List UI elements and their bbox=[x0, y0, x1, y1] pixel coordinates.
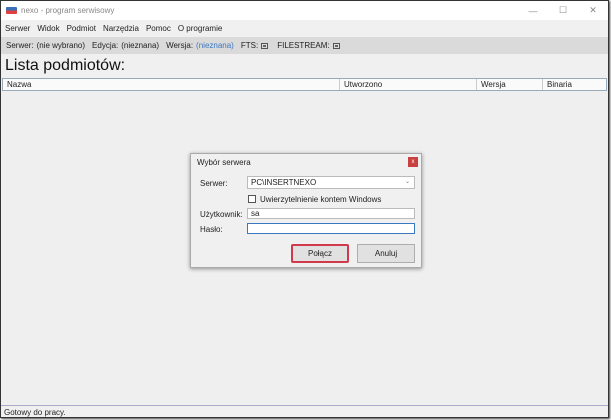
column-nazwa[interactable]: Nazwa bbox=[3, 79, 340, 90]
menu-serwer[interactable]: Serwer bbox=[5, 24, 30, 33]
menu-widok[interactable]: Widok bbox=[37, 24, 59, 33]
fts-label: FTS: bbox=[240, 41, 259, 50]
column-wersja[interactable]: Wersja bbox=[477, 79, 543, 90]
server-dialog: Wybór serwera x Serwer: PC\INSERTNEXO ⌄ U… bbox=[190, 153, 422, 268]
app-logo-icon bbox=[6, 7, 17, 14]
windows-auth-label[interactable]: Uwierzytelnienie kontem Windows bbox=[260, 195, 381, 204]
menu-bar: Serwer Widok Podmiot Narzędzia Pomoc O p… bbox=[1, 20, 608, 37]
status-bar: Gotowy do pracy. bbox=[1, 405, 608, 418]
menu-podmiot[interactable]: Podmiot bbox=[67, 24, 96, 33]
server-label: Serwer: bbox=[200, 179, 228, 188]
version-label: Wersja: bbox=[166, 41, 194, 50]
edition-label: Edycja: bbox=[92, 41, 119, 50]
menu-narzedzia[interactable]: Narzędzia bbox=[103, 24, 139, 33]
page-title: Lista podmiotów: bbox=[5, 57, 126, 74]
status-toolbar: Serwer: (nie wybrano) Edycja: (nieznana)… bbox=[1, 37, 608, 54]
chevron-down-icon: ⌄ bbox=[404, 179, 410, 185]
windows-auth-checkbox[interactable] bbox=[248, 195, 256, 203]
dialog-title: Wybór serwera bbox=[197, 158, 251, 167]
filestream-indicator-icon bbox=[332, 42, 340, 49]
menu-pomoc[interactable]: Pomoc bbox=[146, 24, 171, 33]
table-header: Nazwa Utworzono Wersja Binaria bbox=[2, 78, 607, 91]
server-select[interactable]: PC\INSERTNEXO ⌄ bbox=[247, 176, 415, 189]
close-button[interactable]: ✕ bbox=[578, 1, 608, 20]
edition-value: (nieznana) bbox=[121, 41, 160, 50]
password-input[interactable] bbox=[247, 223, 415, 234]
user-label: Użytkownik: bbox=[200, 210, 243, 219]
maximize-button[interactable]: ☐ bbox=[548, 1, 578, 20]
connect-button[interactable]: Połącz bbox=[291, 244, 349, 263]
server-value: (nie wybrano) bbox=[36, 41, 86, 50]
title-bar: nexo - program serwisowy — ☐ ✕ bbox=[1, 1, 608, 20]
fts-indicator-icon bbox=[261, 42, 269, 49]
server-label: Serwer: bbox=[6, 41, 34, 50]
column-binaria[interactable]: Binaria bbox=[543, 79, 606, 90]
cancel-button[interactable]: Anuluj bbox=[357, 244, 415, 263]
filestream-label: FILESTREAM: bbox=[277, 41, 330, 50]
menu-o-programie[interactable]: O programie bbox=[178, 24, 222, 33]
column-utworzono[interactable]: Utworzono bbox=[340, 79, 477, 90]
dialog-close-button[interactable]: x bbox=[408, 157, 418, 167]
minimize-button[interactable]: — bbox=[518, 1, 548, 20]
server-value: PC\INSERTNEXO bbox=[251, 178, 317, 187]
window-title: nexo - program serwisowy bbox=[21, 6, 115, 15]
version-value: (nieznana) bbox=[196, 41, 234, 50]
password-label: Hasło: bbox=[200, 225, 223, 234]
user-input[interactable]: sa bbox=[247, 208, 415, 219]
